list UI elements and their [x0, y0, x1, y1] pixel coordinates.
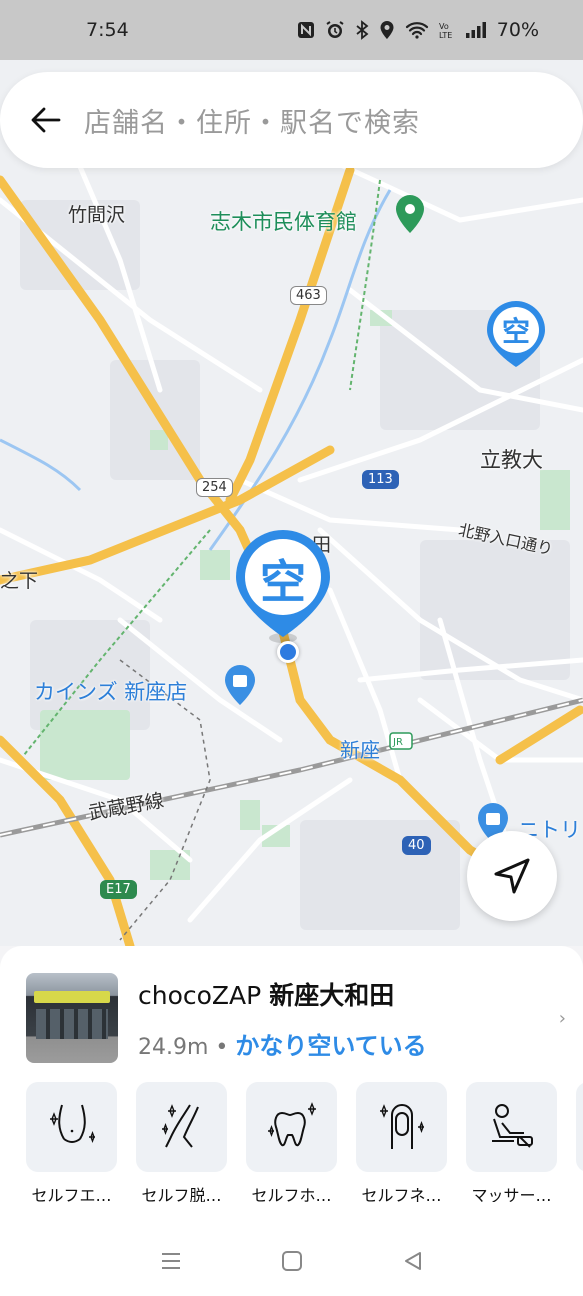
- map-view[interactable]: JR 竹間沢 志木市民体育館 立教大 北野入口通り カインズ 新座店 新座 武蔵…: [0, 60, 583, 946]
- massage-chair-icon: [466, 1082, 557, 1172]
- map-label-cainz[interactable]: カインズ 新座店: [34, 676, 187, 706]
- status-bar: 7:54 Vo LTE 70%: [0, 0, 583, 60]
- store-branch: 新座大和田: [269, 980, 395, 1010]
- recent-apps-icon[interactable]: [151, 1241, 191, 1281]
- map-label-shiki-gym[interactable]: 志木市民体育館: [210, 206, 357, 236]
- store-info: chocoZAP 新座大和田 24.9m • かなり空いている: [138, 976, 551, 1061]
- route-shield-113: 113: [362, 470, 399, 489]
- home-icon[interactable]: [272, 1241, 312, 1281]
- signal-icon: [465, 21, 487, 39]
- search-input[interactable]: 店舗名・住所・駅名で検索: [84, 101, 420, 140]
- service-item[interactable]: マッサー…: [466, 1082, 557, 1202]
- map-canvas: JR: [0, 117, 583, 946]
- current-location-dot: [277, 641, 299, 663]
- waist-sparkle-icon: [26, 1082, 117, 1172]
- nail-sparkle-icon: [356, 1082, 447, 1172]
- pin-vacancy-label: 空: [501, 315, 530, 348]
- nfc-icon: [297, 21, 315, 39]
- back-arrow-icon[interactable]: [28, 102, 64, 138]
- service-item[interactable]: セルフ脱…: [136, 1082, 227, 1202]
- battery-level: 70%: [496, 19, 539, 41]
- map-label-no-shita: 之下: [0, 570, 39, 592]
- svg-text:Vo: Vo: [439, 22, 449, 31]
- gym-pin-selected[interactable]: 空: [234, 528, 332, 646]
- route-shield-254: 254: [196, 478, 233, 497]
- crowd-status: かなり空いている: [235, 1031, 427, 1060]
- tooth-sparkle-icon: [246, 1082, 337, 1172]
- map-label-rikkyo: 立教大: [480, 448, 543, 472]
- service-label: セルフホ…: [251, 1186, 332, 1202]
- bluetooth-icon: [355, 20, 369, 40]
- location-icon: [379, 20, 395, 40]
- service-item[interactable]: セルフホ…: [246, 1082, 337, 1202]
- gym-pin[interactable]: 空: [486, 300, 546, 368]
- service-list[interactable]: セルフエ… セルフ脱… セルフホ… セルフネ… マッサー…: [26, 1082, 583, 1202]
- service-tile-partial: [576, 1082, 583, 1172]
- store-distance: 24.9m: [138, 1034, 209, 1060]
- svg-text:LTE: LTE: [439, 31, 452, 40]
- store-photo: [26, 973, 118, 1063]
- locate-me-button[interactable]: [467, 831, 557, 921]
- navigation-arrow-icon: [494, 858, 530, 894]
- svg-text:JR: JR: [392, 737, 403, 748]
- leg-sparkle-icon: [136, 1082, 227, 1172]
- service-item[interactable]: テ: [576, 1082, 583, 1202]
- map-label-niiza-station[interactable]: 新座: [340, 734, 380, 763]
- store-summary[interactable]: chocoZAP 新座大和田 24.9m • かなり空いている ›: [26, 972, 566, 1064]
- service-label: セルフエ…: [31, 1186, 112, 1202]
- system-nav-bar: [0, 1226, 583, 1296]
- service-label: テ: [576, 1182, 583, 1202]
- route-shield-463: 463: [290, 286, 327, 305]
- route-shield-e17: E17: [100, 880, 137, 899]
- pin-vacancy-label: 空: [260, 555, 306, 609]
- store-brand: chocoZAP: [138, 980, 262, 1010]
- search-bar[interactable]: 店舗名・住所・駅名で検索: [0, 72, 583, 168]
- alarm-icon: [325, 20, 345, 40]
- meta-separator: •: [215, 1034, 229, 1060]
- route-shield-40: 40: [402, 836, 431, 855]
- service-label: セルフネ…: [361, 1186, 442, 1202]
- service-item[interactable]: セルフネ…: [356, 1082, 447, 1202]
- map-label-takemazawa: 竹間沢: [68, 204, 126, 226]
- service-label: セルフ脱…: [141, 1186, 222, 1202]
- service-label: マッサー…: [471, 1186, 552, 1202]
- status-time: 7:54: [86, 19, 129, 41]
- back-triangle-icon[interactable]: [393, 1241, 433, 1281]
- chevron-right-icon[interactable]: ›: [559, 1008, 566, 1029]
- volte-icon: Vo LTE: [439, 20, 455, 40]
- service-item[interactable]: セルフエ…: [26, 1082, 117, 1202]
- store-meta: 24.9m • かなり空いている: [138, 1026, 551, 1061]
- wifi-icon: [405, 21, 429, 39]
- store-name: chocoZAP 新座大和田: [138, 976, 551, 1012]
- status-icons: Vo LTE 70%: [297, 19, 539, 41]
